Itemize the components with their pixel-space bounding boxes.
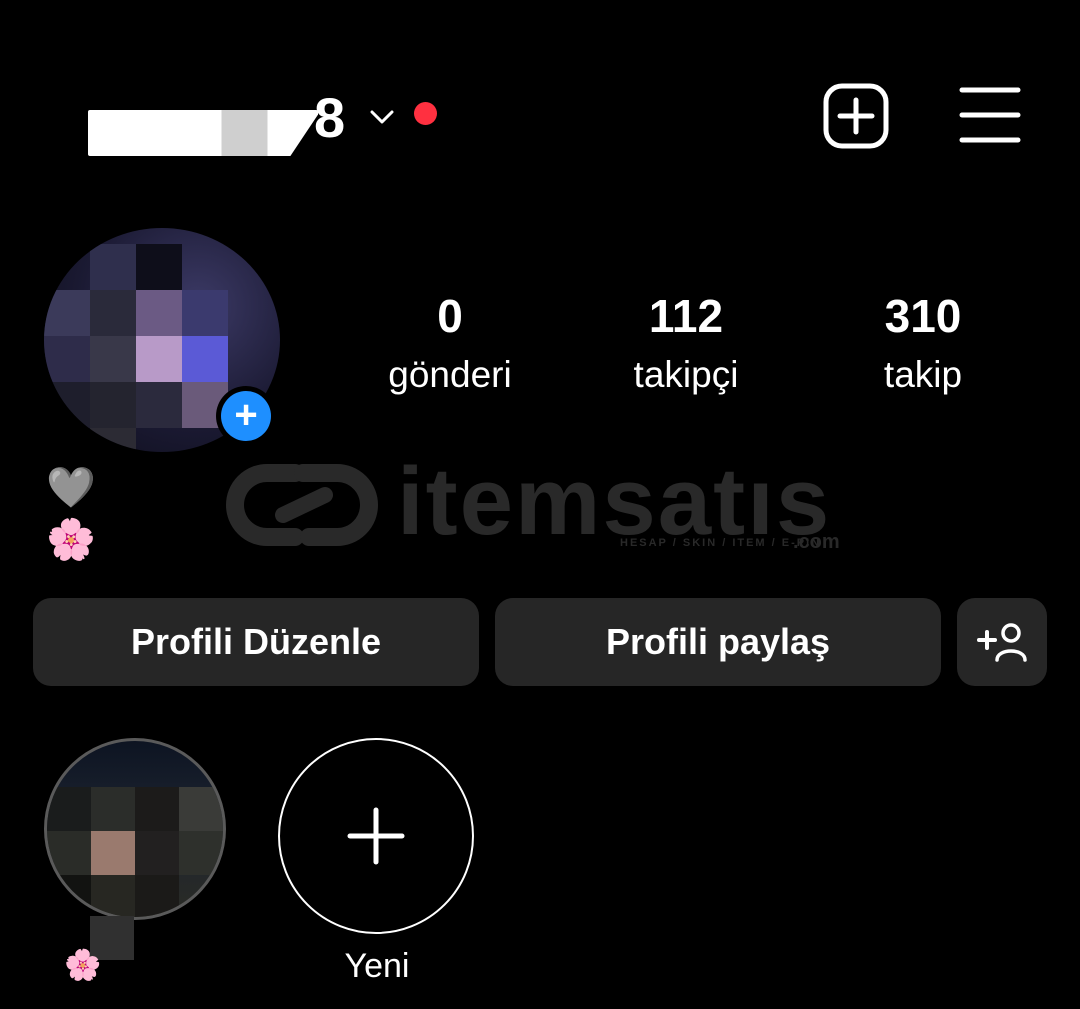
highlight-title: 🌸 (64, 948, 102, 983)
bio-line-heart: 🩶 (46, 465, 96, 511)
following-label: takip (883, 354, 963, 395)
posts-label: gönderi (388, 354, 512, 395)
add-person-icon (977, 623, 1027, 662)
username-redacted (88, 110, 318, 156)
plus-icon: + (221, 391, 271, 441)
stat-posts[interactable]: 0 gönderi (350, 288, 550, 400)
highlight-cover (44, 738, 226, 920)
notification-dot (414, 102, 437, 125)
watermark-domain: .com (793, 531, 840, 553)
watermark-tagline: HESAP / SKIN / ITEM / E-PIN (620, 537, 822, 549)
new-highlight-circle (278, 738, 474, 934)
bio-line-blossom: 🌸 (46, 517, 96, 563)
watermark: itemsatıs HESAP / SKIN / ITEM / E-PIN .c… (225, 448, 865, 555)
followers-count: 112 (648, 290, 724, 342)
stat-following[interactable]: 310 takip (823, 288, 1023, 400)
profile-bio: 🩶 🌸 (46, 462, 96, 566)
create-post-button[interactable] (822, 82, 890, 150)
share-profile-button[interactable]: Profili paylaş (495, 598, 941, 686)
username-text: 8 (314, 86, 346, 149)
plus-icon (347, 807, 405, 865)
followers-label: takipçi (633, 354, 739, 395)
posts-count: 0 (437, 290, 463, 342)
add-story-button[interactable]: + (216, 386, 276, 446)
new-highlight-button[interactable]: Yeni (278, 738, 476, 988)
stat-followers[interactable]: 112 takipçi (586, 288, 786, 400)
new-highlight-label: Yeni (344, 947, 410, 985)
edit-profile-button[interactable]: Profili Düzenle (33, 598, 479, 686)
hamburger-menu-icon[interactable] (958, 84, 1022, 146)
watermark-logo-icon (226, 464, 378, 546)
discover-people-button[interactable] (957, 598, 1047, 686)
profile-avatar[interactable]: + (44, 228, 280, 452)
following-count: 310 (884, 290, 962, 342)
chevron-down-icon (370, 110, 394, 124)
top-bar: 8 (0, 0, 1080, 220)
